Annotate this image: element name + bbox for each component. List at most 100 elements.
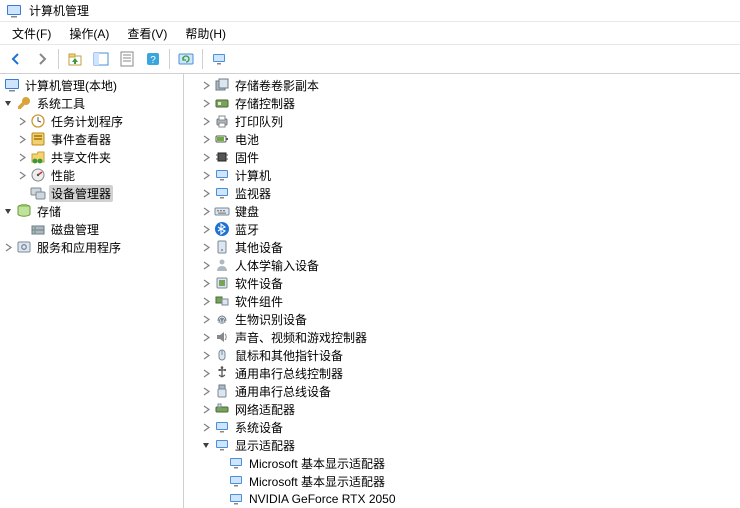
label: 通用串行总线控制器 — [233, 365, 345, 382]
chevron-right-icon[interactable] — [200, 241, 212, 253]
chevron-right-icon[interactable] — [200, 349, 212, 361]
label: 键盘 — [233, 203, 261, 220]
clock-icon — [30, 113, 46, 129]
left-tree[interactable]: 计算机管理(本地) 系统工具 任务计划程序 事件查看器 共享文件夹 — [0, 74, 184, 508]
tree-task-scheduler[interactable]: 任务计划程序 — [0, 112, 183, 130]
dev-cat-storage-controllers[interactable]: 存储控制器 — [184, 94, 740, 112]
chip-icon — [214, 149, 230, 165]
dev-cat-usb-devices[interactable]: 通用串行总线设备 — [184, 382, 740, 400]
menu-action[interactable]: 操作(A) — [61, 23, 117, 44]
display-adapter-icon — [214, 437, 230, 453]
gauge-icon — [30, 167, 46, 183]
chevron-right-icon[interactable] — [16, 115, 28, 127]
tree-shared-folders[interactable]: 共享文件夹 — [0, 148, 183, 166]
dev-cat-print-queues[interactable]: 打印队列 — [184, 112, 740, 130]
chevron-down-icon[interactable] — [200, 439, 212, 451]
chevron-right-icon[interactable] — [200, 331, 212, 343]
chevron-right-icon[interactable] — [200, 385, 212, 397]
tree-device-manager[interactable]: 设备管理器 — [0, 184, 183, 202]
chevron-right-icon[interactable] — [200, 295, 212, 307]
dev-item-display-2[interactable]: NVIDIA GeForce RTX 2050 — [184, 490, 740, 508]
chevron-right-icon[interactable] — [200, 277, 212, 289]
chevron-right-icon[interactable] — [200, 259, 212, 271]
tree-system-tools[interactable]: 系统工具 — [0, 94, 183, 112]
label: 网络适配器 — [233, 401, 297, 418]
menu-help[interactable]: 帮助(H) — [177, 23, 234, 44]
dev-cat-battery[interactable]: 电池 — [184, 130, 740, 148]
chevron-down-icon[interactable] — [2, 97, 14, 109]
dev-cat-software-devices[interactable]: 软件设备 — [184, 274, 740, 292]
services-icon — [16, 239, 32, 255]
dev-cat-network[interactable]: 网络适配器 — [184, 400, 740, 418]
tree-storage[interactable]: 存储 — [0, 202, 183, 220]
bluetooth-icon — [214, 221, 230, 237]
up-button[interactable] — [63, 47, 87, 71]
menu-view[interactable]: 查看(V) — [119, 23, 175, 44]
dev-cat-system-devices[interactable]: 系统设备 — [184, 418, 740, 436]
display-adapter-icon — [228, 491, 244, 507]
printer-icon — [214, 113, 230, 129]
device-tree[interactable]: 存储卷卷影副本 存储控制器 打印队列 电池 固件 计算机 监视器 键盘 蓝牙 其… — [184, 74, 740, 508]
dev-cat-hid[interactable]: 人体学输入设备 — [184, 256, 740, 274]
chevron-right-icon[interactable] — [200, 367, 212, 379]
tree-root[interactable]: 计算机管理(本地) — [0, 76, 183, 94]
label: 生物识别设备 — [233, 311, 309, 328]
chevron-down-icon[interactable] — [2, 205, 14, 217]
chevron-right-icon[interactable] — [200, 313, 212, 325]
dev-item-display-0[interactable]: Microsoft 基本显示适配器 — [184, 454, 740, 472]
software-component-icon — [214, 293, 230, 309]
chevron-right-icon[interactable] — [2, 241, 14, 253]
label: 软件设备 — [233, 275, 285, 292]
monitor-icon — [214, 185, 230, 201]
dev-cat-monitors[interactable]: 监视器 — [184, 184, 740, 202]
chevron-right-icon[interactable] — [200, 421, 212, 433]
dev-cat-bluetooth[interactable]: 蓝牙 — [184, 220, 740, 238]
task-scheduler-label: 任务计划程序 — [49, 113, 125, 130]
chevron-right-icon[interactable] — [200, 133, 212, 145]
dev-cat-software-components[interactable]: 软件组件 — [184, 292, 740, 310]
dev-cat-other-devices[interactable]: 其他设备 — [184, 238, 740, 256]
event-viewer-label: 事件查看器 — [49, 131, 113, 148]
other-device-icon — [214, 239, 230, 255]
dev-cat-computer[interactable]: 计算机 — [184, 166, 740, 184]
dev-cat-mice[interactable]: 鼠标和其他指针设备 — [184, 346, 740, 364]
computer-mgmt-icon — [4, 77, 20, 93]
chevron-right-icon[interactable] — [200, 151, 212, 163]
chevron-right-icon[interactable] — [16, 151, 28, 163]
dev-cat-firmware[interactable]: 固件 — [184, 148, 740, 166]
tree-event-viewer[interactable]: 事件查看器 — [0, 130, 183, 148]
forward-button[interactable] — [30, 47, 54, 71]
properties-button[interactable] — [115, 47, 139, 71]
dev-cat-vss[interactable]: 存储卷卷影副本 — [184, 76, 740, 94]
tree-disk-management[interactable]: 磁盘管理 — [0, 220, 183, 238]
chevron-right-icon[interactable] — [200, 223, 212, 235]
tree-performance[interactable]: 性能 — [0, 166, 183, 184]
dev-cat-display-adapters[interactable]: 显示适配器 — [184, 436, 740, 454]
dev-item-display-1[interactable]: Microsoft 基本显示适配器 — [184, 472, 740, 490]
refresh-button[interactable] — [174, 47, 198, 71]
back-button[interactable] — [4, 47, 28, 71]
dev-cat-usb-controllers[interactable]: 通用串行总线控制器 — [184, 364, 740, 382]
chevron-right-icon[interactable] — [200, 205, 212, 217]
software-device-icon — [214, 275, 230, 291]
menu-file[interactable]: 文件(F) — [4, 23, 59, 44]
dev-cat-biometric[interactable]: 生物识别设备 — [184, 310, 740, 328]
label: 系统设备 — [233, 419, 285, 436]
chevron-right-icon[interactable] — [200, 187, 212, 199]
chevron-right-icon[interactable] — [200, 97, 212, 109]
label: 显示适配器 — [233, 437, 297, 454]
chevron-right-icon[interactable] — [200, 79, 212, 91]
tree-services[interactable]: 服务和应用程序 — [0, 238, 183, 256]
chevron-right-icon[interactable] — [200, 115, 212, 127]
show-hide-tree-button[interactable] — [89, 47, 113, 71]
help-button[interactable]: ? — [141, 47, 165, 71]
dev-cat-sound[interactable]: 声音、视频和游戏控制器 — [184, 328, 740, 346]
label: 固件 — [233, 149, 261, 166]
dev-cat-keyboards[interactable]: 键盘 — [184, 202, 740, 220]
chevron-right-icon[interactable] — [200, 169, 212, 181]
chevron-right-icon[interactable] — [200, 403, 212, 415]
device-icon-button[interactable] — [207, 47, 231, 71]
chevron-right-icon[interactable] — [16, 133, 28, 145]
main-area: 计算机管理(本地) 系统工具 任务计划程序 事件查看器 共享文件夹 — [0, 74, 740, 508]
chevron-right-icon[interactable] — [16, 169, 28, 181]
